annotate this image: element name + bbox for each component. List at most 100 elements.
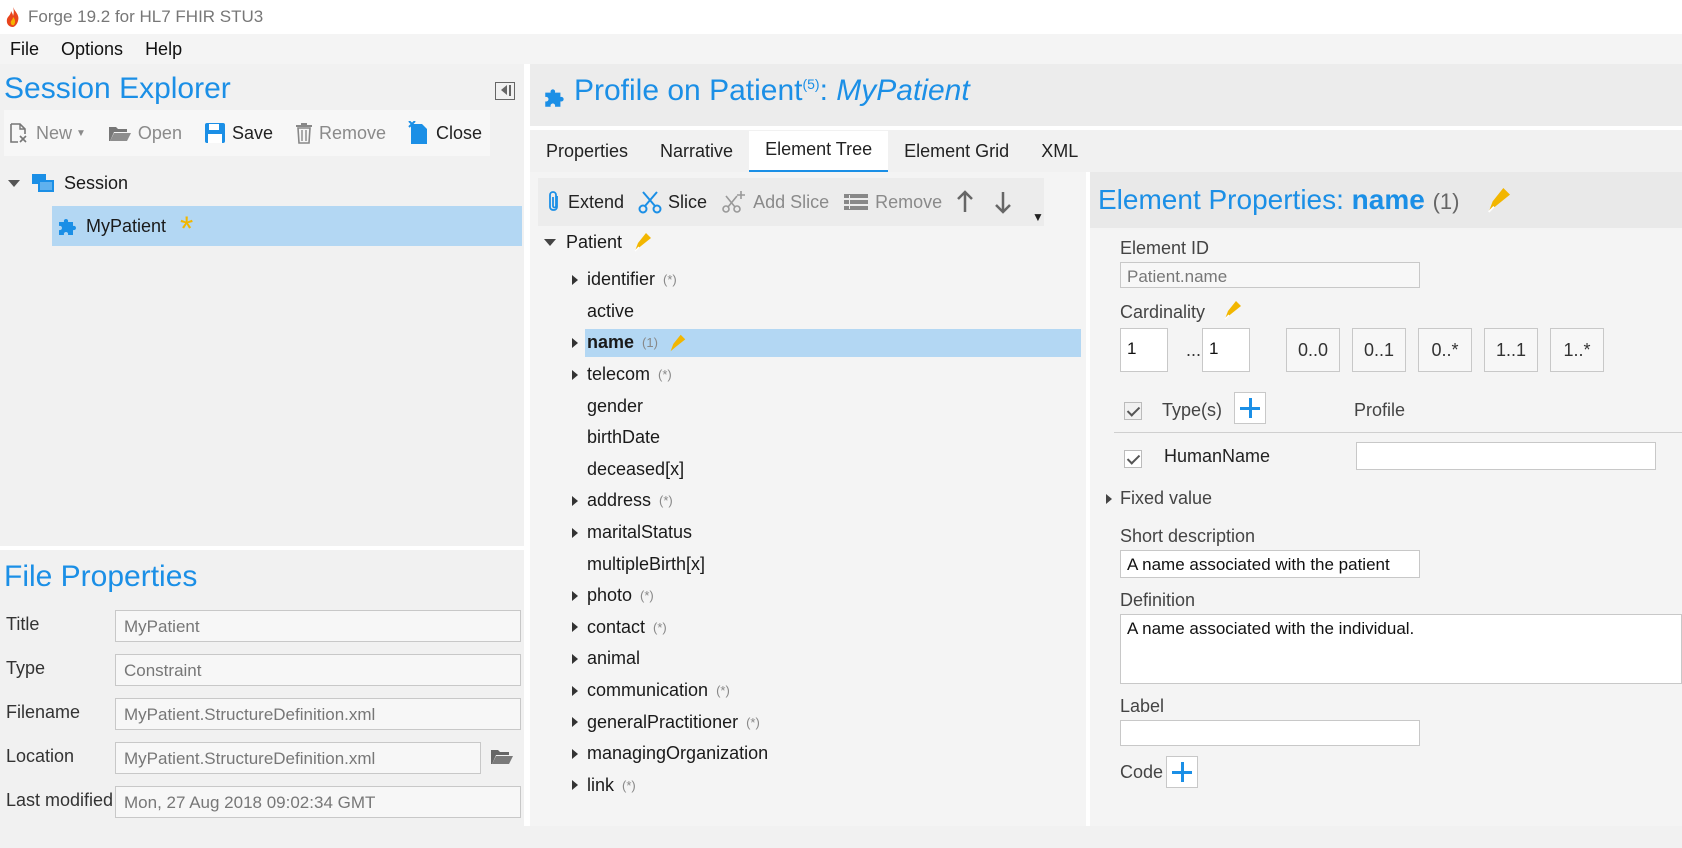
type-field[interactable]: Constraint: [115, 654, 521, 686]
tab-properties[interactable]: Properties: [530, 141, 644, 172]
menu-help[interactable]: Help: [145, 39, 182, 60]
tree-node-label: managingOrganization: [587, 743, 769, 764]
cardinality-0-many-button[interactable]: 0..*: [1418, 328, 1472, 372]
tree-node-link[interactable]: link (*): [530, 770, 1086, 802]
expand-arrow-icon[interactable]: [572, 780, 578, 791]
move-up-button[interactable]: [956, 190, 980, 214]
add-slice-icon: [722, 191, 746, 213]
remove-element-button[interactable]: Remove: [843, 192, 942, 213]
tab-element-tree[interactable]: Element Tree: [749, 131, 889, 172]
session-tree-root[interactable]: Session: [8, 172, 128, 194]
tree-node-gender[interactable]: gender: [530, 390, 1086, 422]
menu-file[interactable]: File: [10, 39, 39, 60]
type-humanname-checkbox[interactable]: [1124, 450, 1142, 468]
collapse-arrow-icon[interactable]: [544, 238, 556, 246]
collapse-arrow-icon[interactable]: [8, 179, 20, 187]
expand-arrow-icon[interactable]: [572, 622, 578, 633]
toolbar-overflow-icon[interactable]: ▼: [1032, 210, 1044, 224]
collapse-panel-icon[interactable]: [495, 82, 515, 100]
tab-narrative[interactable]: Narrative: [644, 141, 749, 172]
tree-node-active[interactable]: active: [530, 296, 1086, 328]
tree-node-cardinality: (*): [716, 683, 730, 699]
cardinality-0-0-button[interactable]: 0..0: [1286, 328, 1340, 372]
expand-arrow-icon[interactable]: [572, 717, 578, 728]
cardinality-1-many-button[interactable]: 1..*: [1550, 328, 1604, 372]
tree-node-text: address (*): [587, 490, 673, 511]
cardinality-1-1-button[interactable]: 1..1: [1484, 328, 1538, 372]
slice-button-label: Slice: [668, 191, 708, 212]
tab-element-grid[interactable]: Element Grid: [888, 141, 1025, 172]
expand-arrow-icon[interactable]: [572, 653, 578, 664]
type-profile-field[interactable]: [1356, 442, 1656, 470]
label-field[interactable]: [1120, 720, 1420, 746]
expand-arrow-icon[interactable]: [1106, 494, 1112, 504]
element-properties-header: Element Properties: name (1): [1090, 172, 1682, 228]
title-bar: Forge 19.2 for HL7 FHIR STU3: [0, 0, 1682, 34]
add-slice-button[interactable]: Add Slice: [721, 190, 829, 214]
tree-node-animal[interactable]: animal: [530, 643, 1086, 675]
slice-button[interactable]: Slice: [638, 190, 707, 214]
title-field[interactable]: MyPatient: [115, 610, 521, 642]
floppy-disk-icon: [204, 123, 225, 143]
tree-node-birthdate[interactable]: birthDate: [530, 422, 1086, 454]
tree-node-label-wrap: generalPractitioner (*): [587, 712, 760, 733]
tree-node-photo[interactable]: photo (*): [530, 580, 1086, 612]
tree-node-communication[interactable]: communication (*): [530, 675, 1086, 707]
menu-options[interactable]: Options: [61, 39, 123, 60]
close-button-label: Close: [436, 122, 483, 143]
extend-button[interactable]: Extend: [546, 190, 624, 214]
expand-arrow-icon[interactable]: [572, 685, 578, 696]
tree-node-managingorganization[interactable]: managingOrganization: [530, 738, 1086, 770]
expand-arrow-icon[interactable]: [572, 748, 578, 759]
expand-arrow-icon[interactable]: [572, 527, 578, 538]
tree-node-contact[interactable]: contact (*): [530, 612, 1086, 644]
cardinality-min-field[interactable]: 1: [1120, 328, 1168, 372]
cardinality-max-field[interactable]: 1: [1202, 328, 1250, 372]
types-select-all-checkbox[interactable]: [1124, 402, 1142, 420]
add-type-button[interactable]: [1234, 392, 1266, 424]
tree-node-multiplebirthx[interactable]: multipleBirth[x]: [530, 548, 1086, 580]
tree-node-identifier[interactable]: identifier (*): [530, 264, 1086, 296]
save-button[interactable]: Save: [204, 122, 273, 144]
tree-node-cardinality: (*): [658, 367, 672, 383]
expand-arrow-icon[interactable]: [572, 495, 578, 506]
tree-node-generalpractitioner[interactable]: generalPractitioner (*): [530, 706, 1086, 738]
pen-modified-icon: [1224, 301, 1241, 320]
tree-node-address[interactable]: address (*): [530, 485, 1086, 517]
move-down-button[interactable]: [994, 190, 1018, 214]
fixed-value-label[interactable]: Fixed value: [1120, 488, 1212, 509]
pen-modified-icon: [1488, 188, 1510, 213]
new-button[interactable]: New ▼: [8, 122, 86, 144]
cardinality-0-1-button[interactable]: 0..1: [1352, 328, 1406, 372]
expand-arrow-icon[interactable]: [572, 590, 578, 601]
open-button[interactable]: Open: [108, 123, 182, 144]
location-field[interactable]: MyPatient.StructureDefinition.xml: [115, 742, 481, 774]
tree-node-telecom[interactable]: telecom (*): [530, 359, 1086, 391]
arrow-up-icon: [957, 190, 974, 212]
element-tree-list: identifier (*) active name (1) telecom (*) gend…: [530, 264, 1086, 801]
save-button-label: Save: [231, 122, 273, 143]
tree-node-maritalstatus[interactable]: maritalStatus: [530, 517, 1086, 549]
tree-node-text: animal: [587, 648, 640, 669]
expand-arrow-icon[interactable]: [572, 369, 578, 380]
profile-column-label: Profile: [1354, 400, 1406, 420]
tree-node-name[interactable]: name (1): [530, 327, 1086, 359]
session-toolbar: New ▼ Open Save Remove Close: [4, 110, 490, 156]
filename-field[interactable]: MyPatient.StructureDefinition.xml: [115, 698, 521, 730]
definition-field[interactable]: A name associated with the individual.: [1120, 614, 1682, 684]
profile-name: MyPatient: [836, 74, 970, 107]
element-tree-root[interactable]: Patient: [544, 230, 654, 254]
close-button[interactable]: Close: [408, 121, 482, 145]
tree-node-label: generalPractitioner: [587, 711, 739, 732]
tab-xml[interactable]: XML: [1025, 141, 1094, 172]
short-description-field[interactable]: A name associated with the patient: [1120, 550, 1420, 578]
expand-arrow-icon[interactable]: [572, 337, 578, 348]
browse-folder-icon[interactable]: [490, 746, 514, 766]
tree-node-label: active: [587, 300, 635, 321]
label-label: Label: [1120, 696, 1165, 716]
remove-button[interactable]: Remove: [295, 122, 386, 144]
add-code-button[interactable]: [1166, 756, 1198, 788]
tree-node-deceasedx[interactable]: deceased[x]: [530, 454, 1086, 486]
expand-arrow-icon[interactable]: [572, 274, 578, 285]
session-item-mypatient[interactable]: MyPatient *: [52, 206, 522, 246]
